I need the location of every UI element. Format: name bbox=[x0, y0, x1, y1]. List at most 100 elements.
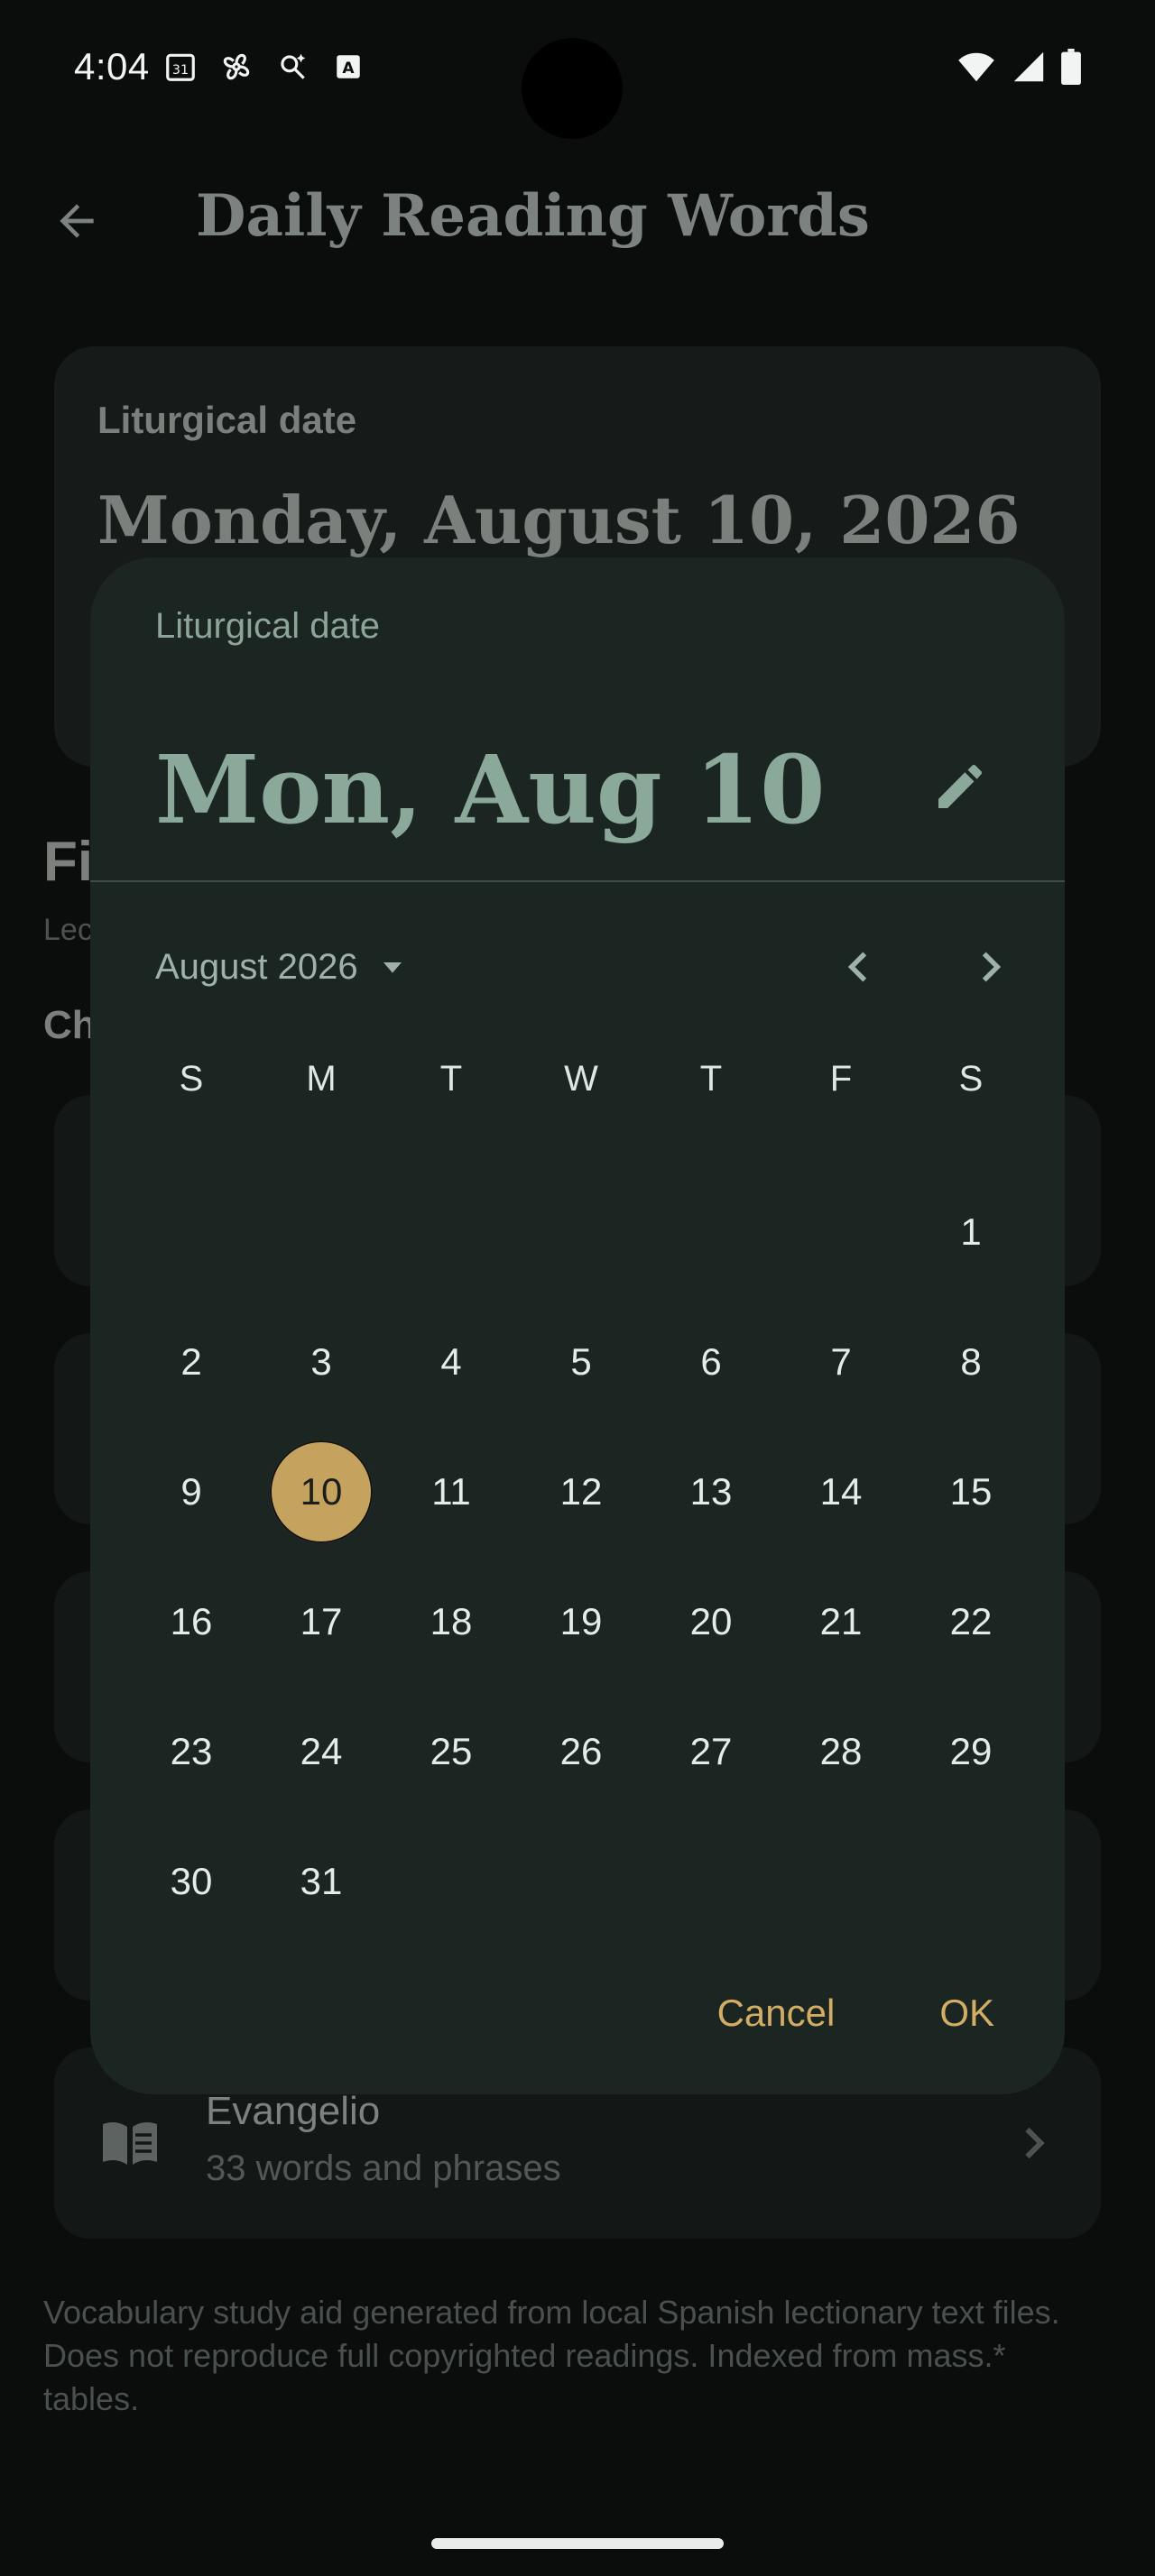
pencil-icon bbox=[938, 765, 982, 808]
section-heading: Ch bbox=[43, 1003, 97, 1047]
day-number bbox=[270, 1181, 373, 1283]
selected-date-headline: Mon, Aug 10 bbox=[155, 734, 826, 845]
calendar-day-grid: 1 2 3 4 5 6 7 8 9 10 11 12 13 14 15 16 17 18 19 20 21 22 23 24 2… bbox=[126, 1167, 1036, 1946]
cancel-button[interactable]: Cancel bbox=[701, 1973, 852, 2053]
weekday-header: S M T W T F S bbox=[126, 1052, 1036, 1106]
previous-month-button[interactable] bbox=[821, 929, 897, 1005]
calendar-day[interactable]: 28 bbox=[776, 1687, 906, 1817]
day-number bbox=[790, 1181, 892, 1283]
day-number: 27 bbox=[689, 1730, 733, 1772]
calendar-day[interactable]: 4 bbox=[386, 1297, 516, 1427]
calendar-day[interactable]: 16 bbox=[126, 1557, 256, 1687]
day-number bbox=[660, 1181, 762, 1283]
calendar-day[interactable]: 3 bbox=[256, 1297, 386, 1427]
calendar-day[interactable]: 30 bbox=[126, 1817, 256, 1946]
next-month-button[interactable] bbox=[952, 929, 1028, 1005]
date-card-value: Monday, August 10, 2026 bbox=[97, 482, 1021, 558]
weekday-label: M bbox=[306, 1059, 337, 1099]
calendar-day[interactable]: 14 bbox=[776, 1427, 906, 1557]
day-number: 14 bbox=[819, 1470, 863, 1513]
calendar-day[interactable]: 12 bbox=[516, 1427, 646, 1557]
calendar-day[interactable]: 5 bbox=[516, 1297, 646, 1427]
back-button[interactable] bbox=[45, 189, 108, 253]
day-number: 16 bbox=[170, 1600, 213, 1642]
day-number: 1 bbox=[960, 1210, 982, 1253]
section-subtitle: Lec bbox=[43, 913, 93, 947]
weekday-label: T bbox=[439, 1059, 463, 1099]
dialog-label: Liturgical date bbox=[155, 606, 381, 646]
day-number: 24 bbox=[300, 1730, 343, 1772]
weekday-label: S bbox=[958, 1059, 984, 1099]
calendar-day[interactable]: 29 bbox=[906, 1687, 1036, 1817]
app-bar: Daily Reading Words bbox=[0, 153, 1155, 289]
day-number: 28 bbox=[819, 1730, 863, 1772]
calendar-day[interactable]: 9 bbox=[126, 1427, 256, 1557]
day-number bbox=[140, 1181, 243, 1283]
calendar-blank-cell bbox=[776, 1167, 906, 1297]
calendar-day[interactable]: 26 bbox=[516, 1687, 646, 1817]
ok-button[interactable]: OK bbox=[923, 1973, 1011, 2053]
calendar-day[interactable]: 7 bbox=[776, 1297, 906, 1427]
day-number: 30 bbox=[170, 1860, 213, 1902]
month-year-label: August 2026 bbox=[155, 946, 358, 987]
dialog-actions: Cancel OK bbox=[701, 1973, 1011, 2053]
calendar-blank-cell bbox=[646, 1167, 776, 1297]
calendar-day[interactable]: 1 bbox=[906, 1167, 1036, 1297]
calendar-day[interactable]: 19 bbox=[516, 1557, 646, 1687]
chevron-right-icon bbox=[982, 952, 1002, 982]
day-number: 6 bbox=[700, 1340, 722, 1383]
calendar-day[interactable]: 24 bbox=[256, 1687, 386, 1817]
calendar-day[interactable]: 8 bbox=[906, 1297, 1036, 1427]
calendar-day[interactable]: 18 bbox=[386, 1557, 516, 1687]
day-number: 19 bbox=[559, 1600, 603, 1642]
edit-input-mode-button[interactable] bbox=[926, 752, 994, 821]
calendar-day[interactable]: 25 bbox=[386, 1687, 516, 1817]
section-title: Fi bbox=[43, 831, 94, 893]
day-number bbox=[400, 1181, 503, 1283]
chevron-right-icon bbox=[1007, 2116, 1061, 2170]
home-indicator[interactable] bbox=[431, 2538, 724, 2549]
calendar-day[interactable]: 11 bbox=[386, 1427, 516, 1557]
card-subtitle: 33 words and phrases bbox=[206, 2148, 561, 2188]
weekday-label: W bbox=[564, 1059, 598, 1099]
calendar-day[interactable]: 13 bbox=[646, 1427, 776, 1557]
day-number: 31 bbox=[300, 1860, 343, 1902]
calendar-day[interactable]: 31 bbox=[256, 1817, 386, 1946]
day-number: 3 bbox=[310, 1340, 332, 1383]
day-number: 7 bbox=[830, 1340, 852, 1383]
day-number: 5 bbox=[570, 1340, 592, 1383]
calendar-day[interactable]: 15 bbox=[906, 1427, 1036, 1557]
day-number: 25 bbox=[430, 1730, 473, 1772]
calendar-day[interactable]: 20 bbox=[646, 1557, 776, 1687]
calendar-day[interactable]: 27 bbox=[646, 1687, 776, 1817]
calendar-day[interactable]: 21 bbox=[776, 1557, 906, 1687]
calendar-day[interactable]: 22 bbox=[906, 1557, 1036, 1687]
date-card-label: Liturgical date bbox=[97, 399, 357, 441]
day-number: 23 bbox=[170, 1730, 213, 1772]
card-title: Evangelio bbox=[206, 2089, 381, 2133]
footer-disclaimer: Vocabulary study aid generated from loca… bbox=[43, 2294, 1060, 2417]
weekday-label: T bbox=[699, 1059, 723, 1099]
day-number: 18 bbox=[430, 1600, 473, 1642]
calendar-day[interactable]: 2 bbox=[126, 1297, 256, 1427]
book-icon bbox=[97, 2111, 162, 2176]
dropdown-arrow-icon bbox=[383, 962, 402, 973]
day-number: 29 bbox=[949, 1730, 993, 1772]
calendar-day[interactable]: 6 bbox=[646, 1297, 776, 1427]
weekday-label: F bbox=[829, 1059, 853, 1099]
weekday-label: S bbox=[179, 1059, 204, 1099]
calendar-day-selected[interactable]: 10 bbox=[256, 1427, 386, 1557]
day-number bbox=[530, 1181, 633, 1283]
day-number: 13 bbox=[689, 1470, 733, 1513]
calendar-blank-cell bbox=[126, 1167, 256, 1297]
day-number: 9 bbox=[180, 1470, 202, 1513]
calendar-day[interactable]: 23 bbox=[126, 1687, 256, 1817]
day-number: 11 bbox=[431, 1470, 471, 1513]
calendar-day[interactable]: 17 bbox=[256, 1557, 386, 1687]
day-number: 17 bbox=[300, 1600, 343, 1642]
month-year-selector[interactable]: August 2026 bbox=[155, 929, 411, 1005]
day-number: 22 bbox=[949, 1600, 993, 1642]
app-title: Daily Reading Words bbox=[196, 182, 870, 250]
date-picker-dialog: Liturgical date Mon, Aug 10 August 2026 … bbox=[90, 557, 1065, 2094]
day-number: 8 bbox=[960, 1340, 982, 1383]
